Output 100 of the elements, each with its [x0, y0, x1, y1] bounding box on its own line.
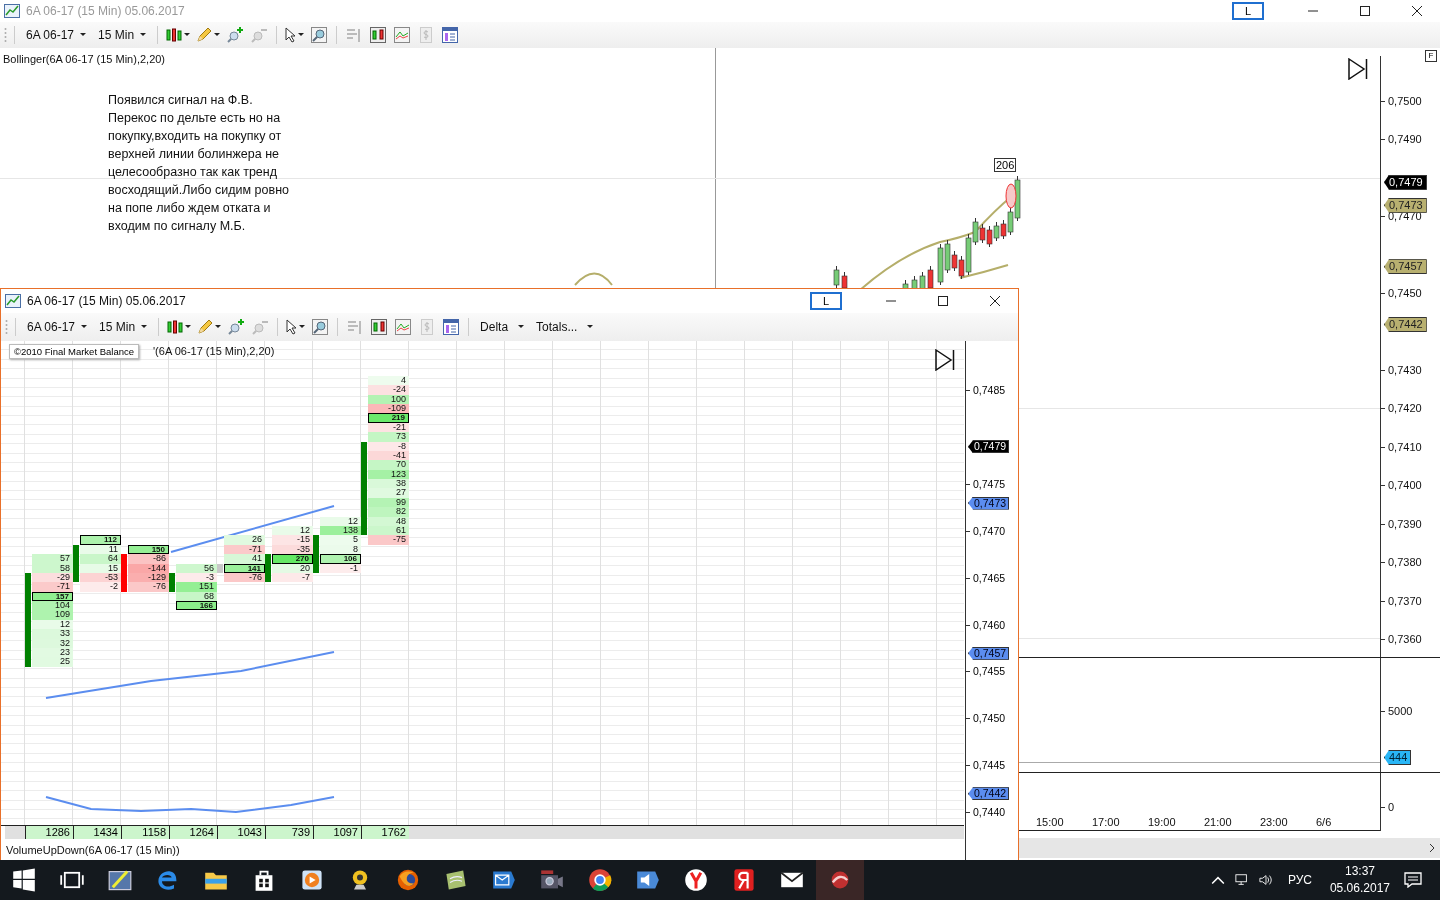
delta-cell: 57 [32, 554, 73, 564]
scroll-right-icon[interactable] [1429, 843, 1435, 853]
delta-cell: 166 [176, 601, 217, 611]
interval-dropdown[interactable]: 15 Min [94, 26, 151, 44]
speaker-icon[interactable] [1258, 873, 1273, 887]
delta-cell: 23 [32, 647, 73, 658]
caret-icon [215, 325, 222, 329]
delta-cell: 106 [320, 554, 361, 564]
delta-cell: 151 [176, 582, 217, 592]
delta-cell: -8 [368, 441, 409, 451]
instrument-dropdown[interactable]: 6A 06-17 [22, 26, 91, 44]
price-marker: 0,7442 [1384, 316, 1427, 332]
delta-cell: 100 [368, 394, 409, 405]
delta-cell: 138 [320, 526, 361, 536]
caret-icon [185, 325, 192, 329]
zoom-in-icon[interactable] [228, 319, 245, 335]
interval-dropdown[interactable]: 15 Min [95, 318, 152, 336]
delta-cell: -29 [32, 572, 73, 583]
line-chart-icon[interactable] [395, 319, 412, 335]
chart-window-icon [5, 293, 21, 309]
caret-icon [298, 33, 305, 37]
volume-total-cell: 1158 [121, 826, 169, 839]
cursor-button[interactable] [285, 318, 307, 336]
delta-cell: 27 [368, 488, 409, 498]
indicator-label: '(6A 06-17 (15 Min),2,20) [153, 345, 275, 357]
delta-cell: 4 [368, 375, 409, 386]
note-text: Появился сигнал на Ф.В. Перекос по дельте есть но на покупку,входить на покупку от верхней линии болинжера не целесообразно так как тренд восходящий.Либо сидим ровно на попе либо ждем отката и входим по сигналу М.Б. [108, 92, 290, 235]
price-axis-label: 0,7470 [965, 524, 1006, 537]
delta-cell: -53 [80, 572, 121, 583]
link-button[interactable]: L [1232, 2, 1264, 20]
caret-icon [80, 33, 87, 37]
horizontal-scrollbar[interactable] [1019, 838, 1440, 858]
caret-icon [81, 325, 88, 329]
delta-cell: 48 [368, 516, 409, 526]
maximize-icon [1360, 6, 1370, 16]
caret-icon [299, 325, 306, 329]
candlestick-style-button[interactable] [165, 26, 192, 44]
caret-icon [587, 325, 594, 329]
skip-to-end-icon[interactable] [1348, 58, 1370, 80]
line-chart-icon[interactable] [394, 27, 411, 43]
delta-cell: 12 [272, 526, 313, 536]
candlestick-chart-icon[interactable] [370, 27, 387, 43]
pencil-draw-button[interactable] [195, 26, 222, 44]
pencil-draw-button[interactable] [196, 318, 223, 336]
time-axis-label: 19:00 [1148, 816, 1176, 828]
delta-cell: 12 [32, 619, 73, 630]
zoom-in-icon[interactable] [227, 27, 244, 43]
caret-icon [518, 325, 525, 329]
menu-dropdown[interactable]: Delta [476, 318, 529, 336]
delta-cell: -75 [368, 535, 409, 545]
delta-cell: 270 [272, 554, 313, 564]
menu-dropdown[interactable]: Totals... [532, 318, 598, 336]
candlestick-chart-icon[interactable] [371, 319, 388, 335]
notification-icon[interactable] [1404, 872, 1422, 888]
delta-cell: 61 [368, 526, 409, 536]
delta-cell: -71 [32, 582, 73, 592]
delta-cell: 70 [368, 460, 409, 470]
volume-total-cell: 1043 [217, 826, 265, 839]
language-indicator[interactable]: РУС [1287, 873, 1312, 887]
price-axis-label: 0,7465 [965, 571, 1006, 584]
volume-total-cell: 1434 [73, 826, 121, 839]
magnifier-icon[interactable] [312, 319, 329, 335]
candlestick-style-button[interactable] [166, 318, 193, 336]
volume-axis-label: 5000 [1380, 704, 1413, 718]
magnifier-icon[interactable] [311, 27, 328, 43]
bollinger-line [574, 272, 613, 286]
minimize-icon [1308, 10, 1318, 12]
price-axis-label: 0,7490 [1380, 132, 1422, 147]
properties-icon[interactable] [442, 27, 459, 43]
price-axis-label: 0,7450 [1380, 286, 1422, 301]
trading-app-icon[interactable] [816, 860, 864, 900]
price-axis-label: 0,7450 [965, 712, 1006, 725]
tooltip: ©2010 Final Market Balance [9, 344, 139, 359]
delta-cell: 41 [224, 554, 265, 564]
time-axis-label: 15:00 [1036, 816, 1064, 828]
delta-cell: 26 [224, 535, 265, 545]
price-marker: 0,7473 [1384, 197, 1427, 213]
delta-cell: 104 [32, 601, 73, 611]
price-axis-label: 0,7380 [1380, 555, 1422, 570]
volume-total-cell: 739 [265, 826, 313, 839]
instrument-dropdown[interactable]: 6A 06-17 [23, 318, 92, 336]
price-marker: 0,7457 [968, 646, 1010, 660]
delta-cell: -35 [272, 544, 313, 555]
price-marker: 0,7442 [968, 787, 1010, 801]
clock-time[interactable]: 13:37 [1344, 863, 1375, 880]
candlestick-icon [166, 27, 183, 43]
price-marker: 0,7457 [1384, 259, 1427, 275]
time-axis-label: 23:00 [1260, 816, 1288, 828]
clock-date[interactable]: 05.06.2017 [1329, 880, 1390, 897]
link-button[interactable]: L [810, 292, 842, 310]
price-axis-label: 0,7445 [965, 759, 1006, 772]
skip-to-end-icon[interactable] [935, 349, 957, 371]
delta-cell: 58 [32, 563, 73, 573]
cursor-button[interactable] [284, 26, 306, 44]
delta-cell: -86 [128, 554, 169, 564]
properties-icon[interactable] [443, 319, 460, 335]
network-icon[interactable] [1234, 873, 1249, 887]
panel-button[interactable]: F [1425, 50, 1437, 62]
window-title: 6A 06-17 (15 Min) 05.06.2017 [26, 4, 185, 18]
pencil-icon [197, 319, 214, 335]
